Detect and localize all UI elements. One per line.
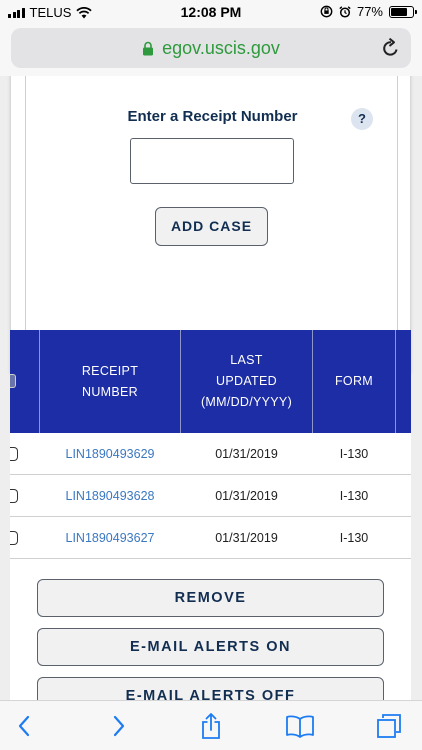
row-checkbox[interactable] bbox=[10, 531, 18, 545]
tabs-icon[interactable] bbox=[374, 711, 404, 741]
add-case-form: Enter a Receipt Number ? ADD CASE bbox=[25, 76, 398, 351]
column-header-receipt-number: RECEIPT NUMBER bbox=[81, 363, 139, 399]
row-checkbox[interactable] bbox=[10, 447, 18, 461]
select-all-checkbox[interactable] bbox=[10, 374, 16, 388]
receipt-number-link[interactable]: LIN1890493627 bbox=[40, 517, 180, 559]
table-row[interactable]: LIN1890493628 01/31/2019 I-130 bbox=[10, 475, 411, 517]
last-updated-cell: 01/31/2019 bbox=[215, 489, 278, 503]
browser-address-area: egov.uscis.gov bbox=[0, 24, 422, 76]
receipt-number-label: Enter a Receipt Number bbox=[127, 108, 298, 125]
page-content: Enter a Receipt Number ? ADD CASE RECEIP… bbox=[0, 76, 422, 700]
status-right: 77% bbox=[320, 4, 417, 19]
column-divider bbox=[395, 330, 396, 433]
browser-toolbar bbox=[0, 700, 422, 750]
forward-icon[interactable] bbox=[104, 711, 134, 741]
row-checkbox[interactable] bbox=[10, 489, 18, 503]
column-header-form: FORM bbox=[335, 374, 373, 388]
table-row[interactable]: LIN1890493629 01/31/2019 I-130 bbox=[10, 433, 411, 475]
case-table-header: RECEIPT NUMBER LAST UPDATED (MM/DD/YYYY) FO… bbox=[10, 330, 411, 433]
receipt-number-link[interactable]: LIN1890493628 bbox=[40, 475, 180, 517]
help-icon[interactable]: ? bbox=[351, 108, 373, 130]
table-row[interactable]: LIN1890493627 01/31/2019 I-130 bbox=[10, 517, 411, 559]
form-cell: I-130 bbox=[339, 531, 369, 545]
alarm-icon bbox=[339, 5, 351, 18]
add-case-button[interactable]: ADD CASE bbox=[155, 207, 268, 246]
bookmarks-icon[interactable] bbox=[285, 711, 315, 741]
receipt-number-link[interactable]: LIN1890493629 bbox=[40, 433, 180, 475]
address-bar[interactable]: egov.uscis.gov bbox=[11, 28, 411, 68]
add-case-panel: Enter a Receipt Number ? ADD CASE bbox=[10, 76, 411, 373]
column-header-last-updated: LAST UPDATED (MM/DD/YYYY) bbox=[200, 353, 293, 409]
lock-icon bbox=[143, 41, 154, 55]
last-updated-cell: 01/31/2019 bbox=[215, 447, 278, 461]
receipt-number-input[interactable] bbox=[130, 138, 294, 184]
orientation-lock-icon bbox=[320, 5, 333, 18]
back-icon[interactable] bbox=[9, 711, 39, 741]
case-list-panel: RECEIPT NUMBER LAST UPDATED (MM/DD/YYYY) FO… bbox=[10, 330, 411, 700]
form-cell: I-130 bbox=[339, 489, 369, 503]
share-icon[interactable] bbox=[196, 711, 226, 741]
status-bar: TELUS 12:08 PM 77% bbox=[0, 0, 422, 24]
form-cell: I-130 bbox=[339, 447, 369, 461]
email-alerts-off-button[interactable]: E-MAIL ALERTS OFF bbox=[37, 677, 384, 700]
battery-icon bbox=[389, 5, 417, 18]
email-alerts-on-button[interactable]: E-MAIL ALERTS ON bbox=[37, 628, 384, 666]
battery-level bbox=[391, 7, 408, 16]
battery-percent: 77% bbox=[356, 4, 383, 19]
reload-icon[interactable] bbox=[379, 36, 403, 60]
last-updated-cell: 01/31/2019 bbox=[215, 531, 278, 545]
url-text: egov.uscis.gov bbox=[162, 37, 280, 58]
remove-button[interactable]: REMOVE bbox=[37, 579, 384, 617]
